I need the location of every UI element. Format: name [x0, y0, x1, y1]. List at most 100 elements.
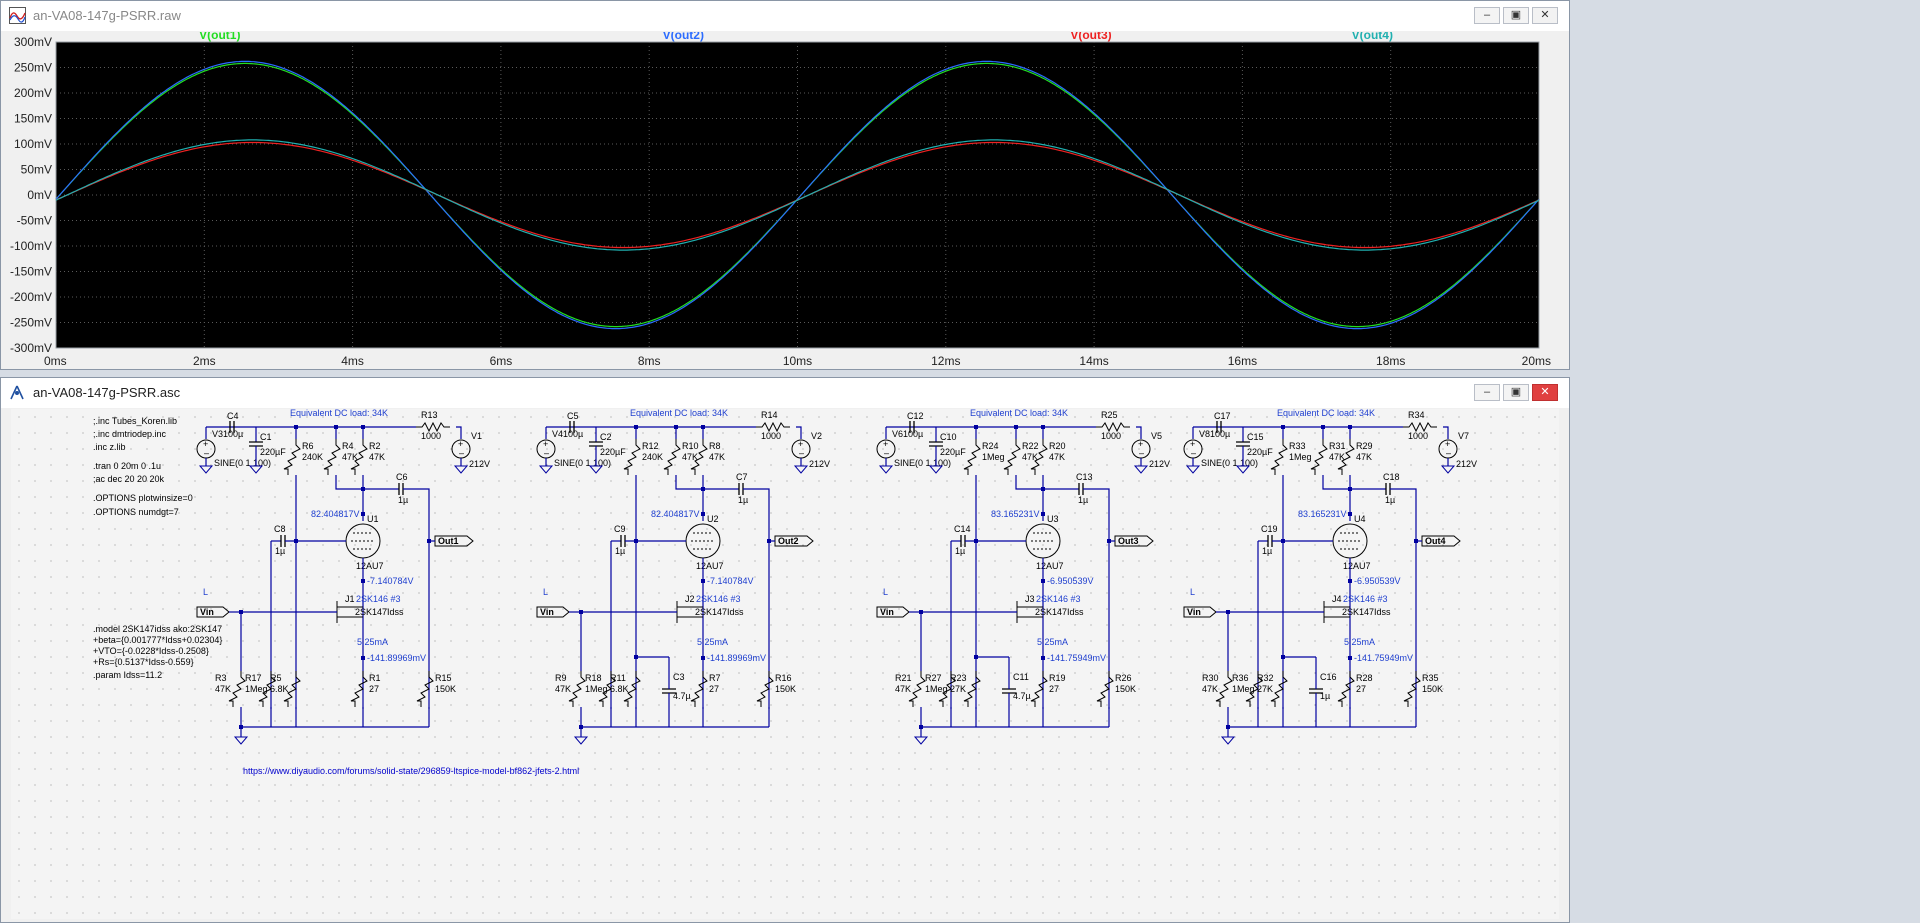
junction-dot: [634, 425, 638, 429]
resistor-value: 47K: [555, 684, 571, 694]
directive-line: .inc z.lib: [93, 442, 126, 452]
maximize-button[interactable]: ▣: [1503, 7, 1529, 24]
source-value: SINE(0 1 100): [1201, 458, 1258, 468]
cap-value: 1µ: [955, 546, 965, 556]
source-voltage: -141.75949mV: [1047, 653, 1106, 663]
reference-url: https://www.diyaudio.com/forums/solid-st…: [243, 766, 579, 776]
resistor-value: 1000: [421, 431, 441, 441]
resistor-value: 1Meg: [1232, 684, 1255, 694]
cap-value: 1µ: [398, 495, 408, 505]
resistor-value: 240K: [302, 452, 323, 462]
jfet-model: 2SK147Idss: [355, 607, 404, 617]
source-ref: V2: [811, 431, 822, 441]
junction-dot: [701, 656, 705, 660]
resistor-ref: R18: [585, 673, 602, 683]
minus-icon: –: [884, 448, 889, 458]
waveform-plot[interactable]: 300mV 250mV 200mV 150mV 100mV 50mV 0mV -50mV -10…: [1, 32, 1569, 369]
plate-voltage: 82.404817V: [311, 509, 360, 519]
resistor-ref: R7: [709, 673, 721, 683]
x-tick-label: 18ms: [1376, 354, 1405, 368]
resistor-value: 47K: [1049, 452, 1065, 462]
y-tick-label: 200mV: [14, 86, 52, 100]
junction-dot: [701, 512, 705, 516]
resistor-ref: R35: [1422, 673, 1439, 683]
minus-icon: –: [1191, 448, 1196, 458]
cap-value: 1µ: [1385, 495, 1395, 505]
resistor-value: 27: [369, 684, 379, 694]
resistor-value: 1Meg: [245, 684, 268, 694]
cap-ref: C17: [1214, 411, 1231, 421]
minimize-button[interactable]: –: [1474, 384, 1500, 401]
legend-vout4[interactable]: V(out4): [1352, 32, 1393, 42]
jfet-model: 2SK147Idss: [695, 607, 744, 617]
resistor-ref: R9: [555, 673, 567, 683]
junction-dot: [1281, 655, 1285, 659]
resistor-value: 27K: [950, 684, 966, 694]
junction-dot: [361, 579, 365, 583]
junction-dot: [1348, 425, 1352, 429]
jfet-ref: J2: [685, 594, 695, 604]
cathode-current: 5.25mA: [697, 637, 728, 647]
resistor-value: 1000: [1408, 431, 1428, 441]
resistor-value: 1Meg: [1289, 452, 1312, 462]
x-tick-label: 8ms: [638, 354, 661, 368]
jfet-ref: J1: [345, 594, 355, 604]
tube-model: 12AU7: [356, 561, 384, 571]
source-value: 212V: [809, 459, 830, 469]
cap-ref: C2: [600, 432, 612, 442]
junction-dot: [974, 425, 978, 429]
schematic-app-icon: [10, 385, 24, 400]
cap-value: 1µ: [1078, 495, 1088, 505]
y-tick-label: 150mV: [14, 112, 52, 126]
cap-ref: C18: [1383, 472, 1400, 482]
junction-dot: [1348, 512, 1352, 516]
equivalent-dc-load-note: Equivalent DC load: 34K: [1277, 409, 1375, 418]
legend-vout1[interactable]: V(out1): [199, 32, 240, 42]
schematic-window: an-VA08-147g-PSRR.asc – ▣ ✕ ;.inc Tubes_…: [0, 377, 1570, 923]
waveform-titlebar[interactable]: an-VA08-147g-PSRR.raw – ▣ ✕: [1, 1, 1569, 31]
junction-dot: [361, 656, 365, 660]
input-net-label: Vin: [880, 607, 894, 617]
resistor-value: 150K: [775, 684, 796, 694]
resistor-ref: R23: [950, 673, 967, 683]
cap-ref: C10: [940, 432, 957, 442]
legend-vout2[interactable]: V(out2): [663, 32, 704, 42]
tube-model: 12AU7: [1343, 561, 1371, 571]
resistor-value: 27K: [1257, 684, 1273, 694]
cathode-voltage: -7.140784V: [707, 576, 754, 586]
waveform-window: an-VA08-147g-PSRR.raw – ▣ ✕ 300mV 250mV 20…: [0, 0, 1570, 370]
y-tick-label: -300mV: [10, 341, 52, 355]
resistor-value: 47K: [369, 452, 385, 462]
resistor-ref: R36: [1232, 673, 1249, 683]
source-value: 212V: [1456, 459, 1477, 469]
resistor-value: 1000: [1101, 431, 1121, 441]
resistor-value: 1Meg: [585, 684, 608, 694]
junction-dot: [701, 579, 705, 583]
schematic-canvas[interactable]: ;.inc Tubes_Koren.lib ;.inc dmtriodep.inc…: [11, 409, 1559, 919]
source-ref: V3: [212, 429, 223, 439]
minimize-button[interactable]: –: [1474, 7, 1500, 24]
junction-dot: [1348, 579, 1352, 583]
cathode-current: 5.25mA: [1344, 637, 1375, 647]
cap-value: 1µ: [1262, 546, 1272, 556]
y-tick-label: 0mV: [27, 188, 52, 202]
legend-vout3[interactable]: V(out3): [1070, 32, 1111, 42]
resistor-value: 47K: [895, 684, 911, 694]
resistor-ref: R8: [709, 441, 721, 451]
resistor-value: 1Meg: [925, 684, 948, 694]
model-line: +VTO={-0.0228*Idss-0.2508}: [93, 646, 209, 656]
resistor-ref: R31: [1329, 441, 1346, 451]
x-tick-label: 6ms: [490, 354, 513, 368]
schematic-titlebar[interactable]: an-VA08-147g-PSRR.asc – ▣ ✕: [1, 378, 1569, 408]
resistor-ref: R12: [642, 441, 659, 451]
resistor-ref: R20: [1049, 441, 1066, 451]
resistor-ref: R16: [775, 673, 792, 683]
directive-line: .OPTIONS numdgt=7: [93, 507, 179, 517]
junction-dot: [974, 655, 978, 659]
model-line: .param Idss=11.2: [93, 670, 162, 680]
resistor-ref: R19: [1049, 673, 1066, 683]
junction-dot: [634, 655, 638, 659]
close-button[interactable]: ✕: [1532, 384, 1558, 401]
close-button[interactable]: ✕: [1532, 7, 1558, 24]
maximize-button[interactable]: ▣: [1503, 384, 1529, 401]
